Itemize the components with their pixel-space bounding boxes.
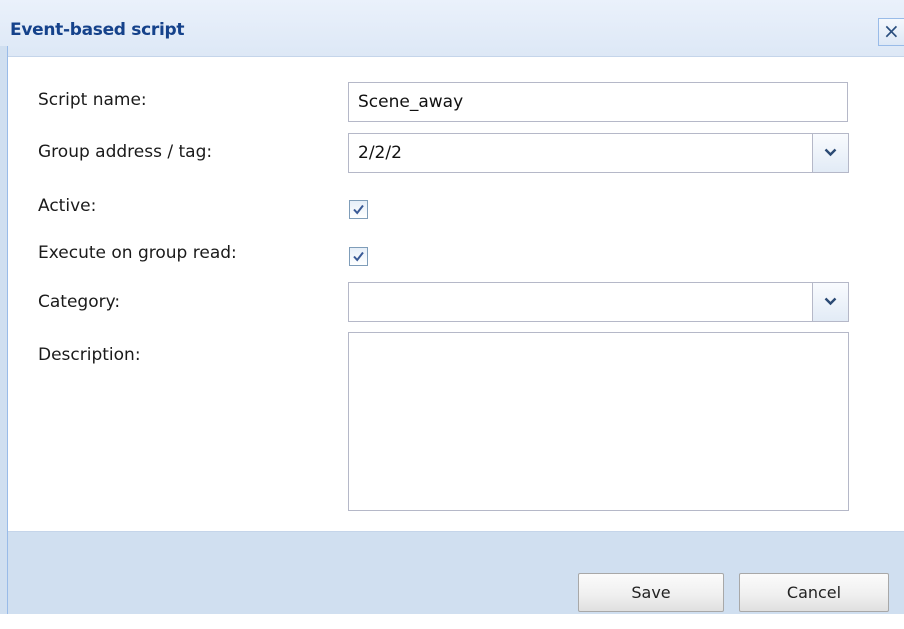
group-address-dropdown-trigger[interactable] xyxy=(812,134,848,172)
chevron-down-icon xyxy=(824,148,837,157)
close-button[interactable]: × xyxy=(878,18,904,46)
window-left-border xyxy=(0,46,8,614)
checkmark-icon xyxy=(353,251,364,262)
group-address-value: 2/2/2 xyxy=(358,143,402,163)
chevron-down-icon xyxy=(824,297,837,306)
description-label: Description: xyxy=(38,345,141,365)
category-dropdown-trigger[interactable] xyxy=(812,283,848,321)
window-bottom-edge xyxy=(0,614,904,629)
script-name-input[interactable] xyxy=(348,82,848,122)
category-label: Category: xyxy=(38,292,121,312)
execute-on-read-label: Execute on group read: xyxy=(38,243,237,263)
active-label: Active: xyxy=(38,196,97,216)
script-name-label: Script name: xyxy=(38,90,147,110)
category-combo[interactable] xyxy=(348,282,849,322)
dialog-title: Event-based script xyxy=(10,20,185,40)
save-button[interactable]: Save xyxy=(578,573,724,612)
cancel-button[interactable]: Cancel xyxy=(739,573,889,612)
execute-on-read-checkbox[interactable] xyxy=(349,247,368,266)
event-script-dialog: Event-based script × Script name: Group … xyxy=(0,0,904,629)
group-address-label: Group address / tag: xyxy=(38,142,213,162)
checkmark-icon xyxy=(353,204,364,215)
description-textarea[interactable] xyxy=(348,332,849,511)
dialog-header: Event-based script × xyxy=(0,0,904,57)
close-icon: × xyxy=(883,19,900,43)
group-address-combo[interactable]: 2/2/2 xyxy=(348,133,849,173)
active-checkbox[interactable] xyxy=(349,200,368,219)
